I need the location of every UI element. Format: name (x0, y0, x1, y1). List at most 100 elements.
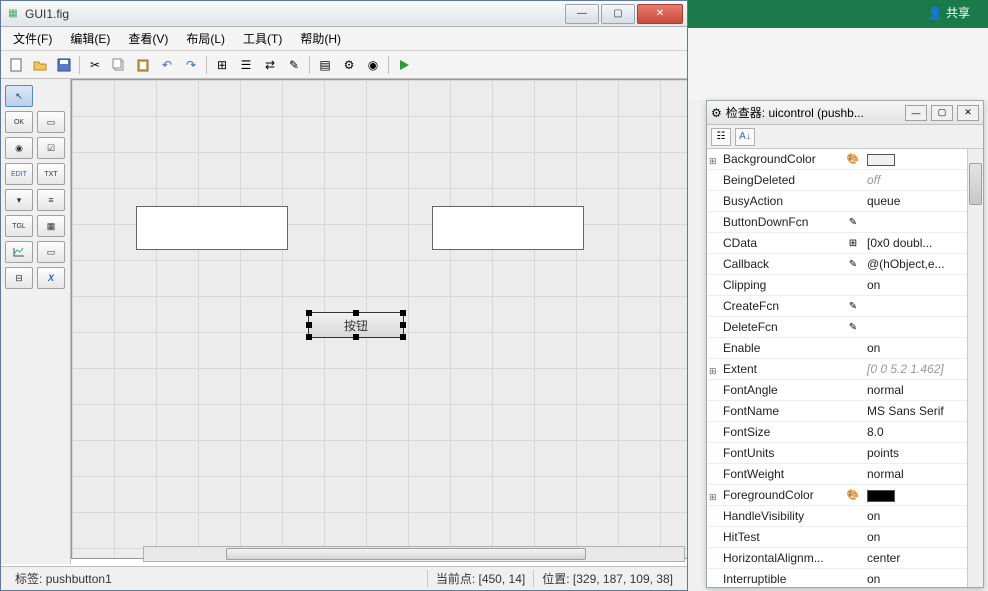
menu-edit[interactable]: 编辑(E) (62, 27, 118, 50)
minimize-button[interactable]: — (565, 4, 599, 24)
property-row[interactable]: CreateFcn✎✎ (707, 296, 983, 317)
resize-handle[interactable] (400, 322, 406, 328)
property-list[interactable]: BackgroundColor🎨✎BeingDeletedoffBusyActi… (707, 149, 983, 587)
property-value[interactable]: normal (863, 383, 969, 397)
tab-order-icon[interactable]: ⇄ (259, 54, 281, 76)
run-icon[interactable] (393, 54, 415, 76)
pushbutton-tool[interactable]: OK (5, 111, 33, 133)
property-value[interactable]: on (863, 572, 969, 586)
inspector-close[interactable]: ✕ (957, 105, 979, 121)
slider-tool[interactable]: ▭ (37, 111, 65, 133)
resize-handle[interactable] (400, 310, 406, 316)
property-row[interactable]: FontUnitspoints▾ (707, 443, 983, 464)
inspector-maximize[interactable]: ▢ (931, 105, 953, 121)
property-row[interactable]: HandleVisibilityon▾ (707, 506, 983, 527)
togglebutton-tool[interactable]: TGL (5, 215, 33, 237)
resize-handle[interactable] (306, 334, 312, 340)
property-row[interactable]: FontWeightnormal▾ (707, 464, 983, 485)
property-value[interactable]: [0 0 5.2 1.462] (863, 362, 969, 376)
property-value[interactable]: on (863, 509, 969, 523)
copy-icon[interactable] (108, 54, 130, 76)
design-canvas[interactable]: 按钮 (71, 79, 687, 559)
property-row[interactable]: Clippingon▾ (707, 275, 983, 296)
axes-1[interactable] (136, 206, 288, 250)
property-row[interactable]: Extent[0 0 5.2 1.462] (707, 359, 983, 380)
cut-icon[interactable]: ✂ (84, 54, 106, 76)
edittext-tool[interactable]: EDIT (5, 163, 33, 185)
property-value[interactable]: off (863, 173, 969, 187)
property-value[interactable]: 8.0 (863, 425, 969, 439)
property-row[interactable]: DeleteFcn✎✎ (707, 317, 983, 338)
property-row[interactable]: Interruptibleon▾ (707, 569, 983, 587)
property-value[interactable] (863, 488, 969, 502)
table-tool[interactable]: ▦ (37, 215, 65, 237)
guide-titlebar[interactable]: ▦ GUI1.fig — ▢ ✕ (1, 1, 687, 27)
property-value[interactable]: center (863, 551, 969, 565)
property-row[interactable]: BusyActionqueue▾ (707, 191, 983, 212)
activex-tool[interactable]: X (37, 267, 65, 289)
property-row[interactable]: Enableon▾ (707, 338, 983, 359)
popupmenu-tool[interactable]: ▾ (5, 189, 33, 211)
maximize-button[interactable]: ▢ (601, 4, 635, 24)
menu-tools[interactable]: 工具(T) (235, 27, 290, 50)
menu-help[interactable]: 帮助(H) (292, 27, 349, 50)
categorize-icon[interactable]: ☷ (711, 128, 731, 146)
menu-file[interactable]: 文件(F) (5, 27, 60, 50)
radiobutton-tool[interactable]: ◉ (5, 137, 33, 159)
alphabetize-icon[interactable]: A↓ (735, 128, 755, 146)
object-browser-icon[interactable]: ◉ (362, 54, 384, 76)
menu-editor-icon[interactable]: ☰ (235, 54, 257, 76)
property-row[interactable]: BeingDeletedoff (707, 170, 983, 191)
property-row[interactable]: CData⊞[0x0 doubl...✎ (707, 233, 983, 254)
paste-icon[interactable] (132, 54, 154, 76)
property-row[interactable]: BackgroundColor🎨✎ (707, 149, 983, 170)
property-inspector-icon[interactable]: ⚙ (338, 54, 360, 76)
property-value[interactable]: on (863, 341, 969, 355)
save-icon[interactable] (53, 54, 75, 76)
axes-2[interactable] (432, 206, 584, 250)
scrollbar-thumb[interactable] (226, 548, 586, 560)
property-row[interactable]: HorizontalAlignm...center▾ (707, 548, 983, 569)
toolbar-editor-icon[interactable]: ✎ (283, 54, 305, 76)
close-button[interactable]: ✕ (637, 4, 683, 24)
property-row[interactable]: ButtonDownFcn✎✎ (707, 212, 983, 233)
new-icon[interactable] (5, 54, 27, 76)
redo-icon[interactable]: ↷ (180, 54, 202, 76)
select-tool[interactable]: ↖ (5, 85, 33, 107)
statictext-tool[interactable]: TXT (37, 163, 65, 185)
inspector-titlebar[interactable]: ⚙ 检查器: uicontrol (pushb... — ▢ ✕ (707, 101, 983, 125)
horizontal-scrollbar[interactable] (143, 546, 685, 562)
property-value[interactable]: [0x0 doubl... (863, 236, 969, 250)
resize-handle[interactable] (400, 334, 406, 340)
scrollbar-thumb[interactable] (969, 163, 982, 205)
resize-handle[interactable] (306, 322, 312, 328)
menu-layout[interactable]: 布局(L) (178, 27, 233, 50)
property-row[interactable]: Callback✎@(hObject,e...✎ (707, 254, 983, 275)
property-row[interactable]: ForegroundColor🎨✎ (707, 485, 983, 506)
pushbutton-element[interactable]: 按钮 (308, 312, 404, 338)
property-value[interactable]: MS Sans Serif (863, 404, 969, 418)
property-value[interactable]: on (863, 278, 969, 292)
buttongroup-tool[interactable]: ⊟ (5, 267, 33, 289)
inspector-minimize[interactable]: — (905, 105, 927, 121)
resize-handle[interactable] (353, 334, 359, 340)
open-icon[interactable] (29, 54, 51, 76)
property-value[interactable]: @(hObject,e... (863, 257, 969, 271)
menu-view[interactable]: 查看(V) (120, 27, 176, 50)
checkbox-tool[interactable]: ☑ (37, 137, 65, 159)
property-value[interactable]: queue (863, 194, 969, 208)
property-row[interactable]: FontAnglenormal▾ (707, 380, 983, 401)
panel-tool[interactable]: ▭ (37, 241, 65, 263)
share-button[interactable]: 👤 共享 (928, 4, 970, 21)
property-value[interactable]: normal (863, 467, 969, 481)
undo-icon[interactable]: ↶ (156, 54, 178, 76)
resize-handle[interactable] (306, 310, 312, 316)
property-value[interactable]: on (863, 530, 969, 544)
axes-tool[interactable] (5, 241, 33, 263)
property-value[interactable]: points (863, 446, 969, 460)
align-icon[interactable]: ⊞ (211, 54, 233, 76)
property-value[interactable] (863, 152, 969, 166)
property-row[interactable]: FontNameMS Sans Serif✎ (707, 401, 983, 422)
editor-icon[interactable]: ▤ (314, 54, 336, 76)
canvas-area[interactable]: 按钮 (71, 79, 687, 564)
